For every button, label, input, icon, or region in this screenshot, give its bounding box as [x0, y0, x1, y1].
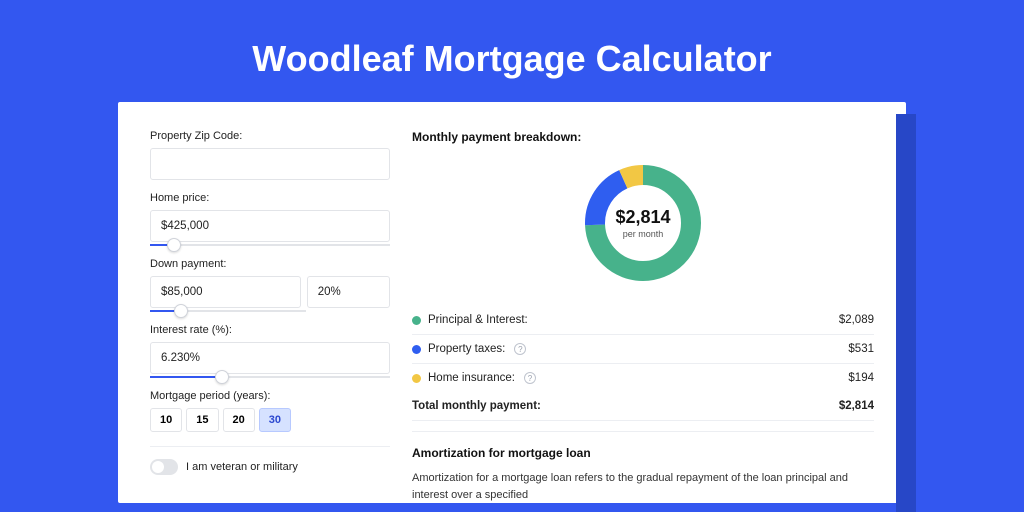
donut-chart: $2,814 per month	[580, 160, 706, 286]
legend-total-row: Total monthly payment: $2,814	[412, 392, 874, 421]
breakdown-title: Monthly payment breakdown:	[412, 130, 874, 144]
calculator-card: Property Zip Code: Home price: Down paym…	[118, 102, 906, 503]
period-option-20[interactable]: 20	[223, 408, 255, 432]
help-icon[interactable]: ?	[524, 372, 536, 384]
period-option-30[interactable]: 30	[259, 408, 291, 432]
zip-input[interactable]	[150, 148, 390, 180]
amortization-text: Amortization for a mortgage loan refers …	[412, 470, 874, 503]
veteran-row: I am veteran or military	[150, 446, 390, 475]
down-payment-field: Down payment:	[150, 258, 390, 312]
legend-dot-icon	[412, 374, 421, 383]
legend-value: $2,089	[839, 314, 874, 326]
donut-chart-wrap: $2,814 per month	[412, 160, 874, 286]
mortgage-period-group: 10152030	[150, 408, 390, 432]
legend-label: Property taxes:	[428, 343, 505, 355]
breakdown-panel: Monthly payment breakdown: $2,814 per mo…	[412, 130, 874, 503]
donut-center-amount: $2,814	[615, 207, 670, 228]
veteran-toggle-knob	[152, 461, 164, 473]
mortgage-period-field: Mortgage period (years): 10152030	[150, 390, 390, 432]
zip-label: Property Zip Code:	[150, 130, 390, 142]
home-price-slider[interactable]	[150, 244, 390, 246]
interest-rate-slider[interactable]	[150, 376, 390, 378]
help-icon[interactable]: ?	[514, 343, 526, 355]
home-price-input[interactable]	[150, 210, 390, 242]
legend: Principal & Interest: $2,089 Property taxe…	[412, 306, 874, 392]
legend-label: Home insurance:	[428, 372, 515, 384]
zip-field: Property Zip Code:	[150, 130, 390, 180]
legend-row: Property taxes:? $531	[412, 335, 874, 364]
period-option-10[interactable]: 10	[150, 408, 182, 432]
down-payment-label: Down payment:	[150, 258, 390, 270]
home-price-slider-thumb[interactable]	[167, 238, 181, 252]
down-payment-slider-thumb[interactable]	[174, 304, 188, 318]
legend-dot-icon	[412, 345, 421, 354]
amortization-title: Amortization for mortgage loan	[412, 446, 874, 460]
legend-total-label: Total monthly payment:	[412, 400, 541, 412]
card-shadow	[896, 114, 916, 512]
legend-dot-icon	[412, 316, 421, 325]
period-option-15[interactable]: 15	[186, 408, 218, 432]
legend-row: Home insurance:? $194	[412, 364, 874, 392]
down-payment-amount-input[interactable]	[150, 276, 301, 308]
inputs-panel: Property Zip Code: Home price: Down paym…	[150, 130, 390, 503]
donut-center-sub: per month	[623, 229, 664, 239]
mortgage-period-label: Mortgage period (years):	[150, 390, 390, 402]
veteran-toggle[interactable]	[150, 459, 178, 475]
interest-rate-input[interactable]	[150, 342, 390, 374]
veteran-label: I am veteran or military	[186, 461, 298, 473]
legend-row: Principal & Interest: $2,089	[412, 306, 874, 335]
interest-rate-slider-thumb[interactable]	[215, 370, 229, 384]
legend-total-value: $2,814	[839, 400, 874, 412]
legend-value: $194	[848, 372, 874, 384]
down-payment-percent-input[interactable]	[307, 276, 390, 308]
amortization-section: Amortization for mortgage loan Amortizat…	[412, 431, 874, 503]
down-payment-slider[interactable]	[150, 310, 306, 312]
legend-label: Principal & Interest:	[428, 314, 528, 326]
home-price-label: Home price:	[150, 192, 390, 204]
page-title: Woodleaf Mortgage Calculator	[0, 0, 1024, 102]
interest-rate-field: Interest rate (%):	[150, 324, 390, 378]
interest-rate-label: Interest rate (%):	[150, 324, 390, 336]
legend-value: $531	[848, 343, 874, 355]
home-price-field: Home price:	[150, 192, 390, 246]
